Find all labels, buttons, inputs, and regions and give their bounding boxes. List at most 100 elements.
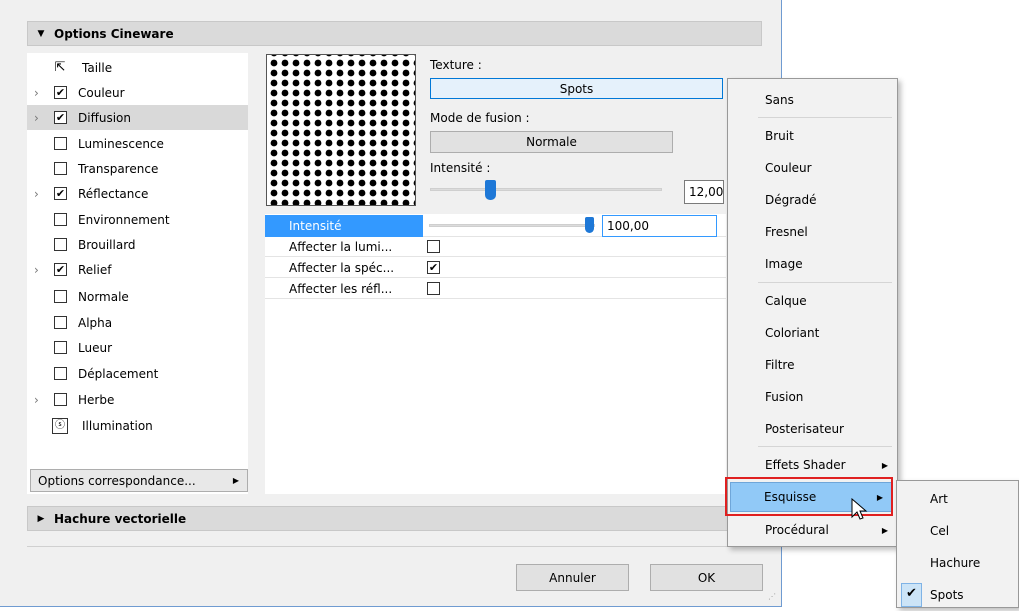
menu-item-posterisateur[interactable]: Posterisateur (728, 413, 897, 445)
section-header-hachure[interactable]: ▶ Hachure vectorielle (27, 506, 762, 531)
submenu-item-label: Spots (930, 588, 964, 602)
submenu-item-spots[interactable]: ✔ Spots (897, 579, 1018, 611)
menu-item-label: Fresnel (765, 225, 808, 239)
param-intensity-field[interactable]: 100,00 (602, 215, 717, 237)
param-row-affecter-lumiere[interactable]: Affecter la lumi... (265, 237, 726, 257)
param-checkbox[interactable] (427, 240, 440, 253)
channel-checkbox[interactable]: ✔ (54, 263, 67, 276)
channel-checkbox[interactable] (54, 367, 67, 380)
channel-row-brouillard[interactable]: Brouillard (27, 232, 248, 257)
cancel-button[interactable]: Annuler (516, 564, 629, 591)
menu-item-label: Couleur (765, 161, 812, 175)
channel-row-environnement[interactable]: Environnement (27, 207, 248, 232)
channel-row-diffusion[interactable]: › ✔ Diffusion (27, 105, 248, 130)
channel-row-normale[interactable]: Normale (27, 284, 248, 309)
menu-item-image[interactable]: Image (728, 248, 897, 280)
menu-item-couleur[interactable]: Couleur (728, 152, 897, 184)
menu-item-procedural[interactable]: Procédural ▶ (728, 514, 897, 546)
menu-item-calque[interactable]: Calque (728, 285, 897, 317)
channel-checkbox[interactable]: ✔ (54, 86, 67, 99)
menu-item-label: Calque (765, 294, 807, 308)
channel-row-couleur[interactable]: › ✔ Couleur (27, 80, 248, 105)
param-row-intensite[interactable]: Intensité 100,00 (265, 215, 726, 237)
menu-item-degrade[interactable]: Dégradé (728, 184, 897, 216)
cineware-options-dialog: ▼ Options Cineware ⇱ Taille › ✔ Couleur … (0, 0, 782, 607)
channel-checkbox[interactable] (54, 290, 67, 303)
channel-row-relief[interactable]: › ✔ Relief (27, 257, 248, 282)
section-header-cineware[interactable]: ▼ Options Cineware (27, 21, 762, 46)
submenu-item-art[interactable]: Art (897, 483, 1018, 515)
expand-arrow-icon[interactable]: › (34, 111, 44, 125)
channel-checkbox[interactable] (54, 162, 67, 175)
channel-row-taille[interactable]: ⇱ Taille (27, 55, 248, 80)
channel-label: Alpha (78, 315, 113, 330)
submenu-item-label: Cel (930, 524, 950, 538)
channel-checkbox[interactable] (54, 213, 67, 226)
intensity-value-field[interactable]: 12,00 (684, 180, 724, 204)
expand-arrow-icon[interactable]: › (34, 187, 44, 201)
menu-item-label: Dégradé (765, 193, 817, 207)
param-row-affecter-reflexion[interactable]: Affecter les réfl... (265, 279, 726, 299)
expand-arrow-icon[interactable]: › (34, 263, 44, 277)
collapse-triangle-icon: ▼ (37, 28, 45, 39)
submenu-item-hachure[interactable]: Hachure (897, 547, 1018, 579)
texture-label: Texture : (430, 58, 482, 72)
menu-item-bruit[interactable]: Bruit (728, 120, 897, 152)
param-intensity-value: 100,00 (607, 219, 649, 233)
param-intensity-slider-thumb[interactable] (585, 217, 594, 233)
menu-separator (758, 446, 892, 447)
menu-item-fusion[interactable]: Fusion (728, 381, 897, 413)
channel-row-luminescence[interactable]: Luminescence (27, 131, 248, 156)
menu-item-coloriant[interactable]: Coloriant (728, 317, 897, 349)
menu-item-filtre[interactable]: Filtre (728, 349, 897, 381)
channel-row-reflectance[interactable]: › ✔ Réflectance (27, 181, 248, 206)
intensity-slider-thumb[interactable] (485, 180, 496, 200)
expand-arrow-icon[interactable]: › (34, 86, 44, 100)
channel-row-alpha[interactable]: Alpha (27, 310, 248, 335)
channel-checkbox[interactable] (54, 393, 67, 406)
channel-label: Herbe (78, 392, 115, 407)
submenu-item-label: Hachure (930, 556, 981, 570)
param-checkbox[interactable]: ✔ (427, 261, 440, 274)
fusion-mode-dropdown[interactable]: Normale (430, 131, 673, 153)
section-title: Options Cineware (54, 26, 174, 41)
channel-checkbox[interactable] (54, 341, 67, 354)
channel-checkbox[interactable]: ✔ (54, 111, 67, 124)
menu-item-fresnel[interactable]: Fresnel (728, 216, 897, 248)
channel-checkbox[interactable] (54, 137, 67, 150)
options-correspondance-button[interactable]: Options correspondance... ▶ (30, 469, 248, 492)
channel-row-lueur[interactable]: Lueur (27, 335, 248, 360)
intensity-slider-track[interactable] (430, 188, 662, 191)
menu-item-label: Bruit (765, 129, 794, 143)
channel-row-illumination[interactable]: ⓢ Illumination (27, 413, 248, 438)
divider (27, 546, 762, 547)
channel-row-deplacement[interactable]: Déplacement (27, 361, 248, 386)
channel-row-transparence[interactable]: Transparence (27, 156, 248, 181)
expand-arrow-icon[interactable]: › (34, 393, 44, 407)
resize-grip-icon[interactable]: ⋰ (768, 592, 776, 601)
channel-checkbox[interactable] (54, 238, 67, 251)
menu-item-label: Fusion (765, 390, 804, 404)
menu-item-label: Procédural (765, 523, 829, 537)
menu-separator (758, 117, 892, 118)
channel-row-herbe[interactable]: › Herbe (27, 387, 248, 412)
section-title: Hachure vectorielle (54, 511, 187, 526)
param-row-affecter-speculaire[interactable]: Affecter la spéc... ✔ (265, 258, 726, 278)
submenu-item-cel[interactable]: Cel (897, 515, 1018, 547)
ok-button[interactable]: OK (650, 564, 763, 591)
submenu-arrow-icon: ▶ (232, 476, 239, 485)
menu-item-sans[interactable]: Sans (728, 84, 897, 116)
param-intensity-slider-track[interactable] (429, 224, 595, 227)
channel-label: Transparence (78, 161, 159, 176)
channel-label: Relief (78, 262, 112, 277)
texture-dropdown[interactable]: Spots (430, 78, 723, 99)
channel-checkbox[interactable] (54, 316, 67, 329)
menu-item-label: Sans (765, 93, 794, 107)
menu-item-label: Effets Shader (765, 458, 846, 472)
channel-label: Normale (78, 289, 129, 304)
channel-label: Environnement (78, 212, 170, 227)
channel-label: Lueur (78, 340, 113, 355)
param-checkbox[interactable] (427, 282, 440, 295)
texture-value: Spots (559, 81, 594, 96)
channel-checkbox[interactable]: ✔ (54, 187, 67, 200)
